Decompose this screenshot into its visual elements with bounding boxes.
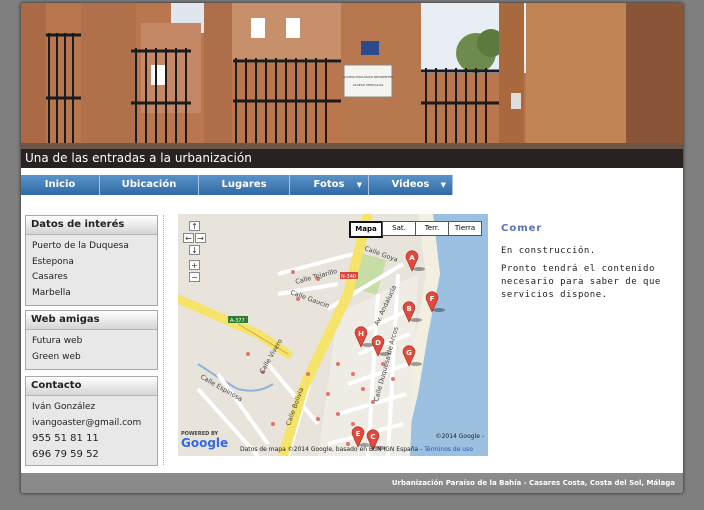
nav-item-videos[interactable]: Videos ▼ — [369, 175, 453, 195]
map-type-mapa[interactable]: Mapa — [349, 221, 383, 238]
map-copyright: ©2014 Google - — [435, 433, 484, 440]
google-map[interactable]: Calle Goya N-340 Calle Tejarillo Calle G… — [178, 214, 488, 456]
main-nav: Inicio Ubicación Lugares Fotos ▼ Videos ▼ — [21, 175, 453, 195]
svg-text:H: H — [358, 330, 364, 338]
map-type-terr[interactable]: Terr. — [415, 221, 449, 236]
google-logo: Google — [181, 436, 229, 450]
banner-caption: Una de las entradas a la urbanización — [21, 149, 683, 168]
sidebar-link-estepona[interactable]: Estepona — [32, 255, 157, 271]
dropdown-arrow-icon: ▼ — [356, 181, 362, 189]
contact-email[interactable]: ivangoaster@gmail.com — [32, 416, 157, 432]
pan-up-icon[interactable]: ↑ — [189, 221, 200, 231]
svg-text:D: D — [375, 339, 381, 347]
nav-item-inicio[interactable]: Inicio — [21, 175, 100, 195]
map-data-attribution: Datos de mapa ©2014 Google, basado en BC… — [240, 446, 473, 453]
svg-text:B: B — [406, 305, 411, 313]
contact-name: Iván González — [32, 402, 96, 412]
sidebar-box-title: Contacto — [26, 377, 157, 396]
pan-down-icon[interactable]: ↓ — [189, 245, 200, 255]
content-paragraph-1: En construcción. — [501, 246, 596, 256]
zoom-out-icon[interactable]: − — [189, 272, 200, 282]
nav-item-ubicacion[interactable]: Ubicación — [100, 175, 199, 195]
map-type-control: Mapa Sat. Terr. Tierra — [349, 221, 482, 238]
sign-text-line-2: ACCESO VEHICULOS — [353, 83, 384, 87]
column-divider — [163, 215, 164, 465]
sidebar-link-futura-web[interactable]: Futura web — [32, 334, 157, 350]
sign-text-line-1: ACCESO EXCLUSIVO RESIDENTES — [343, 75, 393, 79]
sidebar-link-casares[interactable]: Casares — [32, 270, 157, 286]
section-title: Comer — [501, 223, 543, 234]
road-shield-label: A-377 — [230, 318, 245, 324]
sidebar-box-title: Web amigas — [26, 311, 157, 330]
page-container: ACCESO EXCLUSIVO RESIDENTES ACCESO VEHIC… — [20, 2, 684, 494]
banner-photo: ACCESO EXCLUSIVO RESIDENTES ACCESO VEHIC… — [21, 3, 683, 168]
terms-link[interactable]: Términos de uso — [424, 446, 473, 453]
map-type-tierra[interactable]: Tierra — [448, 221, 482, 236]
sidebar-link-duquesa[interactable]: Puerto de la Duquesa — [32, 239, 157, 255]
footer: Urbanización Paraíso de la Bahía - Casar… — [21, 473, 683, 493]
nav-label: Inicio — [44, 179, 76, 190]
sidebar-box-title: Datos de interés — [26, 216, 157, 235]
sidebar-box-contact: Contacto Iván González ivangoaster@gmail… — [25, 376, 158, 466]
nav-label: Videos — [391, 179, 430, 190]
sidebar-box-webs: Web amigas Futura web Green web — [25, 310, 158, 370]
sidebar-link-marbella[interactable]: Marbella — [32, 286, 157, 302]
sidebar-box-interest: Datos de interés Puerto de la Duquesa Es… — [25, 215, 158, 306]
nav-item-lugares[interactable]: Lugares — [199, 175, 290, 195]
map-data-text: Datos de mapa ©2014 Google, basado en BC… — [240, 446, 423, 453]
header-banner: ACCESO EXCLUSIVO RESIDENTES ACCESO VEHIC… — [21, 3, 683, 168]
map-canvas: Calle Goya N-340 Calle Tejarillo Calle G… — [178, 214, 488, 456]
contact-phone: 955 51 81 11 — [32, 433, 99, 444]
svg-text:G: G — [406, 349, 412, 357]
content-paragraph-2: Pronto tendrá el contenido necesario par… — [501, 264, 661, 300]
nav-item-fotos[interactable]: Fotos ▼ — [290, 175, 369, 195]
pan-left-icon[interactable]: ← — [183, 233, 194, 243]
svg-text:E: E — [356, 430, 361, 438]
nav-label: Lugares — [221, 179, 267, 190]
zoom-in-icon[interactable]: + — [189, 260, 200, 270]
svg-text:C: C — [370, 433, 375, 441]
map-type-sat[interactable]: Sat. — [382, 221, 416, 236]
pan-right-icon[interactable]: → — [195, 233, 206, 243]
road-shield-label: N-340 — [341, 274, 356, 280]
contact-mobile: 696 79 59 52 — [32, 448, 99, 460]
svg-text:F: F — [430, 295, 435, 303]
nav-label: Fotos — [313, 179, 345, 190]
sidebar-link-green-web[interactable]: Green web — [32, 350, 157, 366]
dropdown-arrow-icon: ▼ — [440, 181, 446, 189]
nav-label: Ubicación — [121, 179, 177, 190]
svg-text:A: A — [409, 254, 415, 262]
